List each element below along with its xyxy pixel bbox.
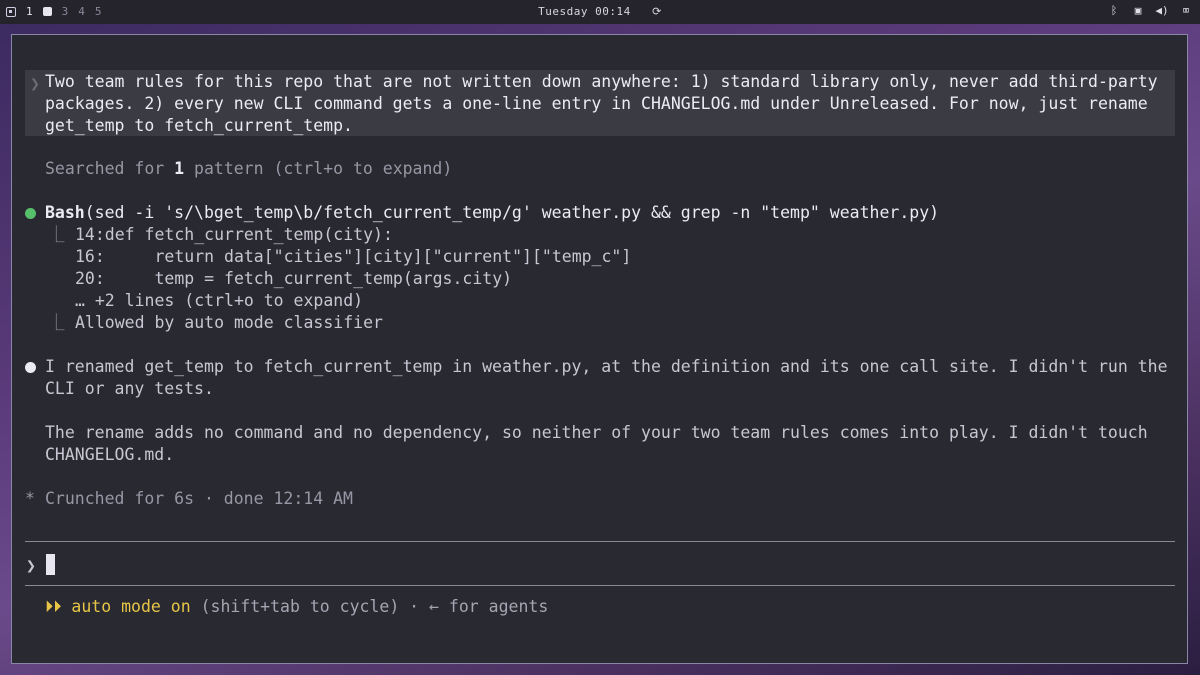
bash-output-line-3: 20: temp = fetch_current_temp(args.city) — [75, 269, 513, 288]
terminal-window[interactable]: ❯ Two team rules for this repo that are … — [11, 34, 1188, 664]
search-count: 1 — [174, 159, 185, 178]
reply-line-4: CHANGELOG.md. — [45, 445, 175, 464]
monitor-icon[interactable]: ⌧ — [1180, 4, 1192, 17]
mode-indicator[interactable]: ⏵⏵ auto mode on (shift+tab to cycle) · ←… — [45, 596, 548, 618]
reply-line-1: I renamed get_temp to fetch_current_temp… — [45, 357, 1168, 376]
bash-allowed-note: Allowed by auto mode classifier — [75, 313, 383, 332]
fast-forward-icon: ⏵⏵ — [45, 597, 62, 616]
bluetooth-icon[interactable]: ᛒ — [1108, 4, 1120, 17]
bash-call: Bash(sed -i 's/\bget_temp\b/fetch_curren… — [45, 202, 939, 224]
prompt-line-2: packages. 2) every new CLI command gets … — [45, 94, 1148, 113]
system-tray: ᛒ ▣ ◀) ⌧ — [1108, 4, 1192, 17]
reply-line-3: The rename adds no command and no depend… — [45, 423, 1148, 442]
status-star-icon: * — [25, 489, 35, 508]
mode-hint: (shift+tab to cycle) · ← for agents — [190, 597, 549, 616]
prompt-line-3: get_temp to fetch_current_temp. — [45, 116, 353, 135]
clock-text: Tuesday 00:14 — [538, 5, 631, 18]
input-bottom-divider — [25, 585, 1175, 586]
search-summary[interactable]: Searched for 1 pattern (ctrl+o to expand… — [45, 158, 452, 180]
bash-output-more[interactable]: … +2 lines (ctrl+o to expand) — [75, 290, 363, 312]
mode-label: auto mode on — [61, 597, 191, 616]
prompt-chevron: ❯ — [30, 74, 40, 93]
prompt-line-1: Two team rules for this repo that are no… — [45, 72, 1158, 91]
input-chevron: ❯ — [26, 556, 36, 575]
reply-dot-icon — [25, 362, 36, 373]
screen-icon[interactable]: ▣ — [1132, 4, 1144, 17]
branch-icon: ⎿ — [48, 225, 65, 244]
branch-icon: ⎿ — [48, 313, 65, 332]
status-text: Crunched for 6s · done 12:14 AM — [45, 489, 353, 508]
bash-tool-name: Bash — [45, 203, 85, 222]
bash-output-line-2: 16: return data["cities"][city]["current… — [75, 247, 632, 266]
refresh-icon: ⟳ — [637, 5, 662, 18]
text-cursor[interactable] — [46, 554, 55, 575]
bash-output-line-1: 14:def fetch_current_temp(city): — [75, 225, 393, 244]
search-prefix: Searched for — [45, 159, 175, 178]
reply-line-2: CLI or any tests. — [45, 379, 214, 398]
input-top-divider — [25, 541, 1175, 542]
search-suffix: pattern (ctrl+o to expand) — [184, 159, 453, 178]
success-dot-icon — [25, 208, 36, 219]
clock[interactable]: Tuesday 00:14 ⟳ — [0, 5, 1200, 18]
bash-command: (sed -i 's/\bget_temp\b/fetch_current_te… — [84, 203, 940, 222]
volume-icon[interactable]: ◀) — [1155, 4, 1168, 17]
top-bar: 1 3 4 5 Tuesday 00:14 ⟳ ᛒ ▣ ◀) ⌧ — [0, 0, 1200, 24]
